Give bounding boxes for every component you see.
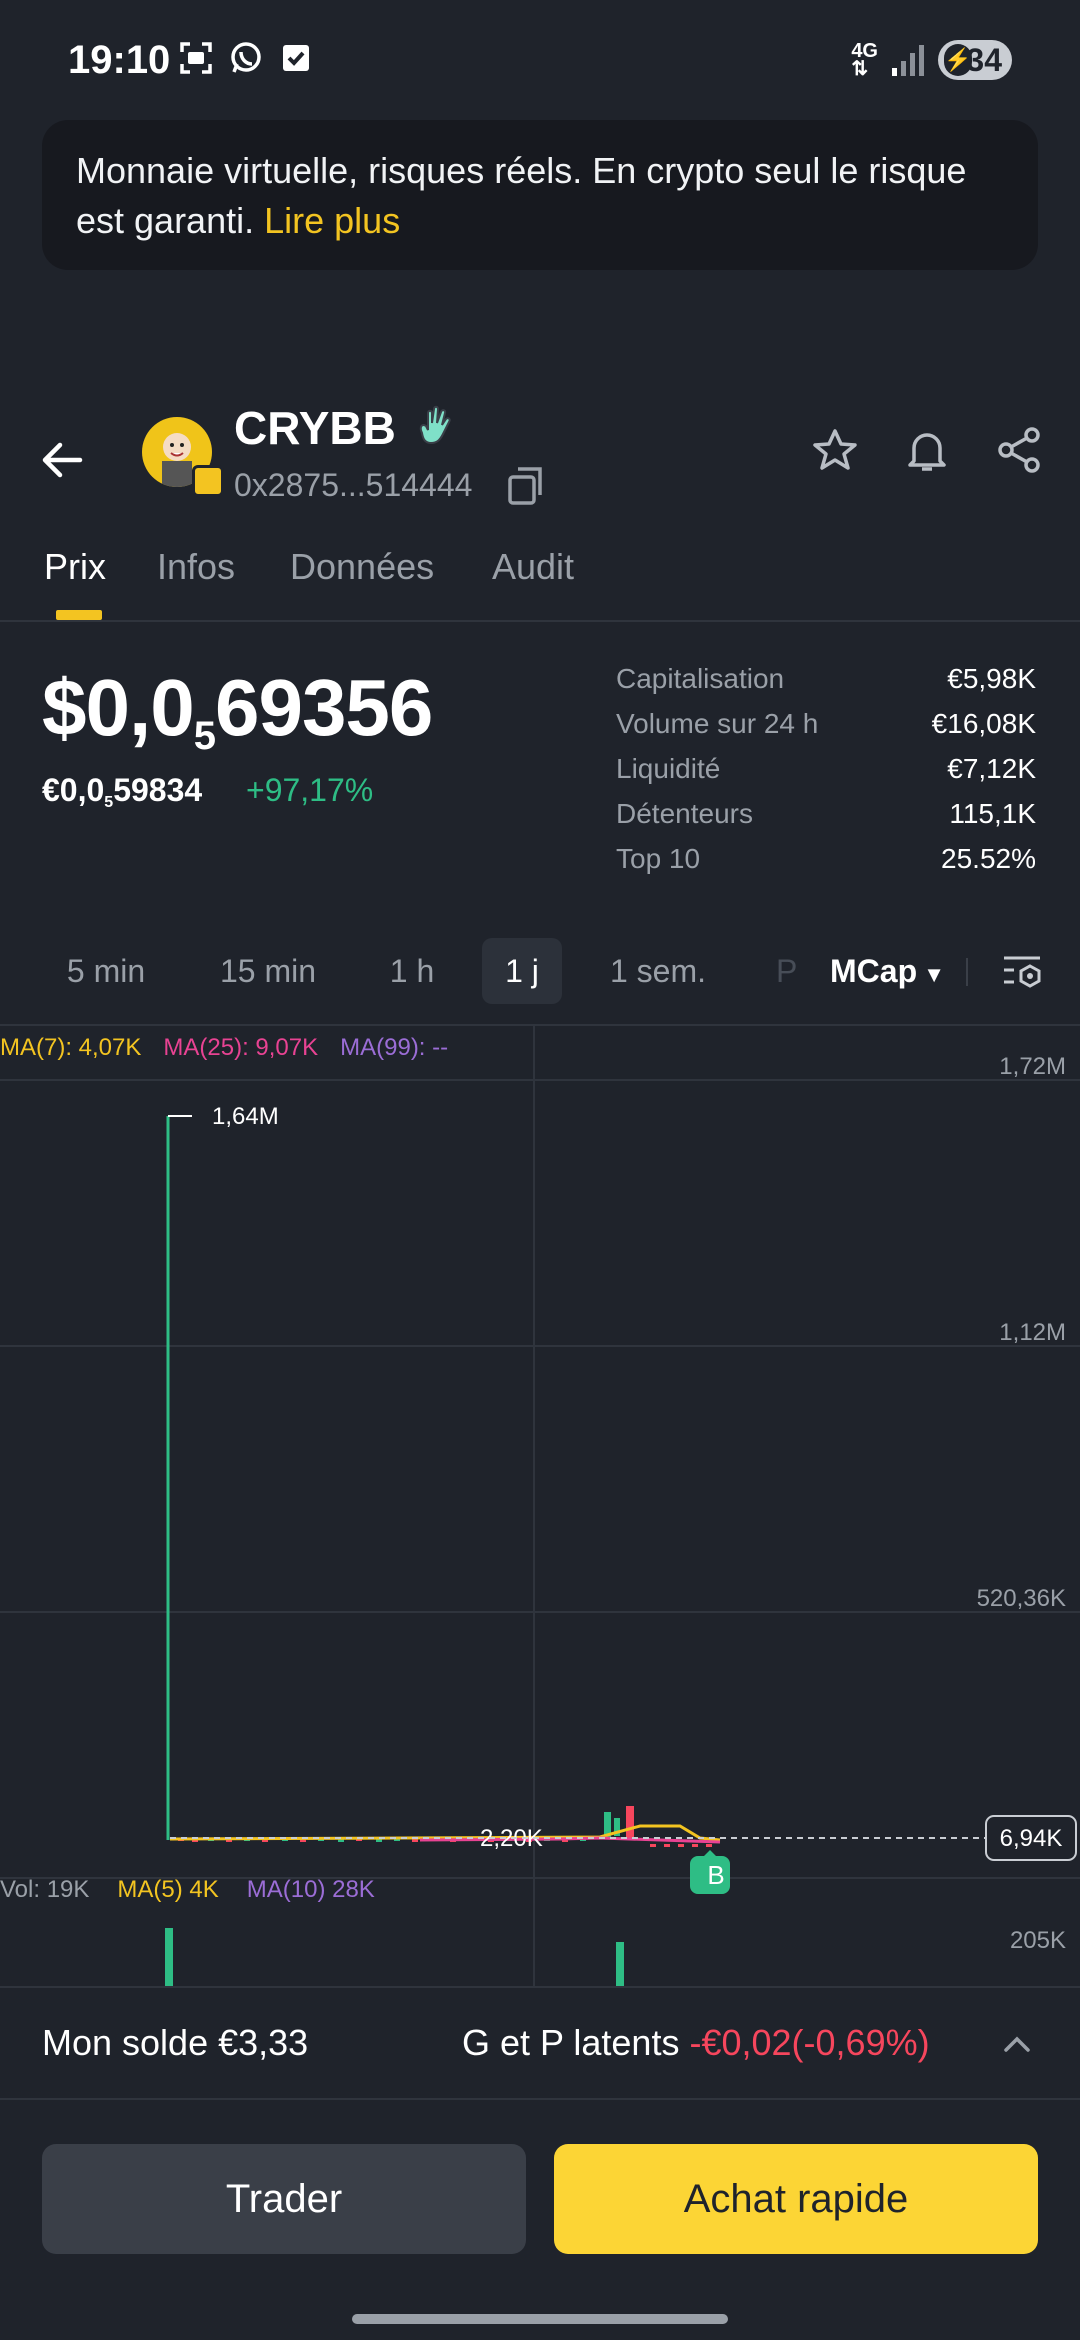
chart-canvas: 1,72M 1,12M 520,36K 1,64M 2,20K 6,94K B …: [0, 1026, 1080, 1988]
copy-icon[interactable]: [506, 465, 546, 507]
stat-row: Top 10 25.52%: [616, 843, 1036, 874]
share-icon[interactable]: [994, 425, 1044, 475]
timeframe-1sem[interactable]: 1 sem.: [596, 938, 720, 1004]
token-name: CRYBB: [234, 402, 396, 454]
timeframe-15min[interactable]: 15 min: [208, 938, 328, 1004]
timeframe-more[interactable]: P: [776, 938, 797, 1004]
task-check-icon: [283, 45, 309, 71]
star-favorite-icon[interactable]: [810, 425, 860, 475]
current-price-eur: €0,0559834: [42, 772, 203, 811]
volume-bar: [616, 1942, 624, 1988]
trade-button[interactable]: Trader: [42, 2144, 526, 2254]
y-axis-label: 520,36K: [977, 1585, 1066, 1612]
header-actions: [810, 425, 1044, 475]
bnb-chain-badge-icon: [192, 465, 224, 497]
divider: [966, 958, 968, 986]
current-price-usd: $0,0569356: [42, 663, 433, 758]
token-tabs: Prix Infos Données Audit: [0, 540, 1080, 622]
buy-marker-label: B: [707, 1860, 724, 1890]
charging-bolt-icon: ⚡: [944, 44, 972, 76]
tab-prix[interactable]: Prix: [44, 546, 106, 588]
current-value-label: 6,94K: [1000, 1825, 1063, 1852]
status-bar: 19:10 4G ⇅ ⚡ 34: [0, 0, 1080, 120]
signal-icon: [892, 45, 924, 76]
mcap-dropdown[interactable]: MCap ▼: [830, 938, 945, 1008]
tab-infos[interactable]: Infos: [157, 546, 235, 588]
contract-address: 0x2875...514444: [234, 467, 473, 503]
status-right: 4G ⇅ ⚡ 34: [851, 40, 1012, 80]
active-tab-indicator: [56, 610, 102, 620]
tab-audit[interactable]: Audit: [492, 546, 574, 588]
bell-alert-icon[interactable]: [902, 425, 952, 475]
volume-label: Vol: 19K: [0, 1876, 90, 1903]
volume-bar: [165, 1928, 173, 1988]
stat-row: Liquidité €7,12K: [616, 753, 1036, 784]
balance-bar[interactable]: Mon solde €3,33 G et P latents -€0,02(-0…: [0, 1986, 1080, 2100]
dropdown-caret-icon: ▼: [917, 962, 945, 987]
banner-text: Monnaie virtuelle, risques réels. En cry…: [76, 150, 967, 241]
stat-row: Détenteurs 115,1K: [616, 798, 1036, 829]
stat-row: Capitalisation €5,98K: [616, 663, 1036, 694]
timeframe-selector: 5 min 15 min 1 h 1 j 1 sem. P MCap ▼: [0, 930, 1080, 1010]
hand-emoji-icon: [419, 405, 451, 445]
battery-indicator: ⚡ 34: [938, 40, 1012, 80]
timeframe-5min[interactable]: 5 min: [44, 938, 168, 1004]
network-type-icon: 4G ⇅: [851, 40, 878, 80]
pnl-value: -€0,02(-0,69%): [689, 2022, 930, 2063]
status-time: 19:10: [68, 38, 171, 82]
volume-indicators: Vol: 19K MA(5) 4K MA(10) 28K: [0, 1876, 375, 1904]
y-axis-label: 1,72M: [999, 1053, 1066, 1080]
quick-buy-button[interactable]: Achat rapide: [554, 2144, 1038, 2254]
price-change-percent: +97,17%: [246, 772, 374, 808]
price-chart[interactable]: MA(7): 4,07K MA(25): 9,07K MA(99): -- 1,…: [0, 1024, 1080, 1988]
token-header: CRYBB 0x2875...514444: [0, 395, 1080, 515]
timeframe-1j[interactable]: 1 j: [482, 938, 562, 1004]
balance-text: Mon solde €3,33: [42, 2022, 309, 2063]
y-axis-label: 1,12M: [999, 1319, 1066, 1346]
home-indicator[interactable]: [352, 2314, 728, 2324]
max-annotation: 1,64M: [212, 1103, 279, 1130]
stat-row: Volume sur 24 h €16,08K: [616, 708, 1036, 739]
timeframe-1h[interactable]: 1 h: [372, 938, 452, 1004]
vol-ma5-label: MA(5) 4K: [117, 1876, 219, 1903]
status-notification-icons: [178, 40, 314, 76]
tab-donnees[interactable]: Données: [290, 546, 434, 588]
whatsapp-icon: [231, 42, 261, 73]
volume-axis-label: 205K: [1010, 1927, 1066, 1954]
unrealized-pnl: G et P latents -€0,02(-0,69%): [462, 2022, 930, 2063]
chevron-up-icon[interactable]: [1000, 2028, 1034, 2058]
vol-ma10-label: MA(10) 28K: [246, 1876, 375, 1903]
back-arrow-icon[interactable]: [36, 433, 90, 487]
chart-settings-icon[interactable]: [1000, 950, 1044, 994]
token-stats: Capitalisation €5,98K Volume sur 24 h €16,…: [616, 656, 1036, 881]
risk-warning-banner: Monnaie virtuelle, risques réels. En cry…: [42, 120, 1038, 270]
banner-read-more-link[interactable]: Lire plus: [264, 200, 400, 241]
screenshot-icon: [180, 42, 212, 74]
